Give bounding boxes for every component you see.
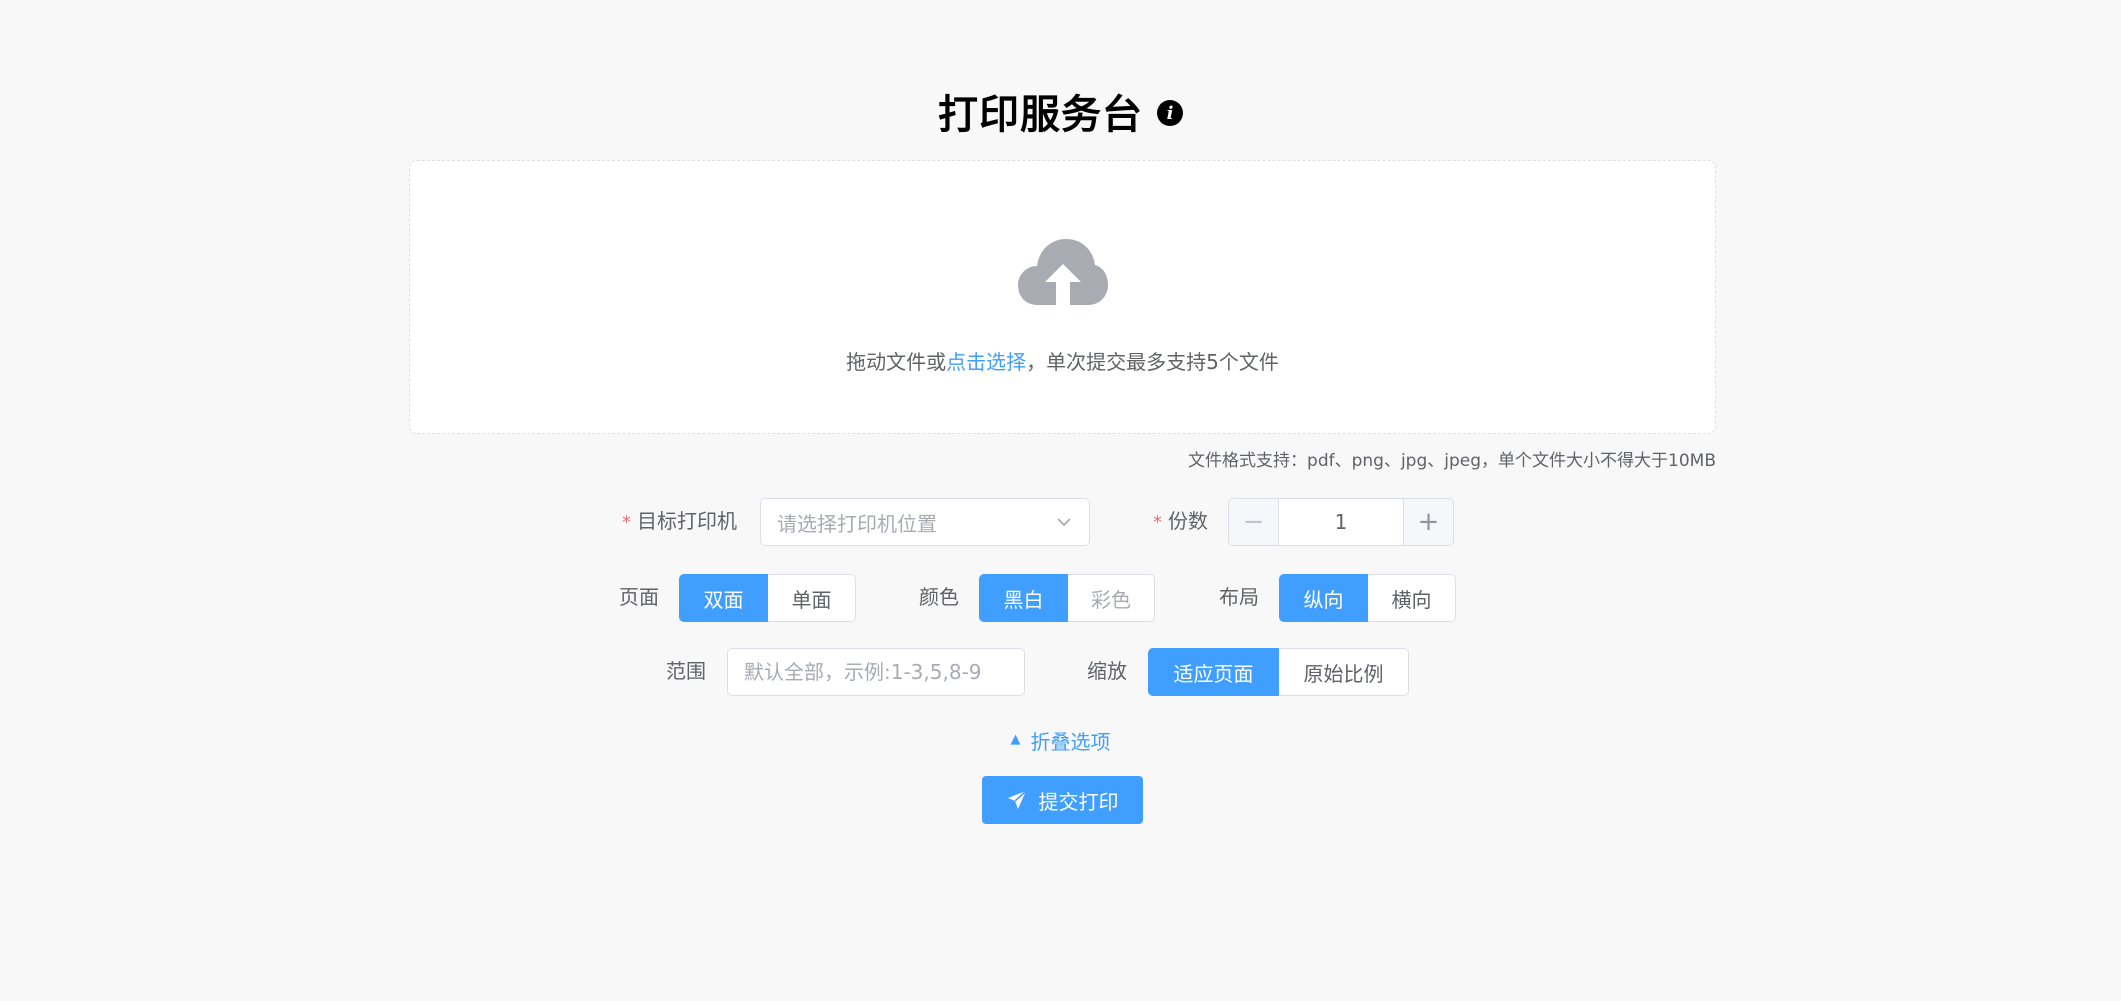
- copies-label-text: 份数: [1168, 509, 1208, 533]
- layout-toggle: 纵向 横向: [1279, 574, 1456, 622]
- upload-hint: 拖动文件或点击选择，单次提交最多支持5个文件: [410, 346, 1715, 375]
- scale-option-original[interactable]: 原始比例: [1279, 648, 1409, 696]
- layout-label: 布局: [1219, 585, 1259, 609]
- chevron-down-icon: [1057, 518, 1071, 527]
- printer-select-placeholder: 请选择打印机位置: [777, 511, 937, 536]
- submit-print-label: 提交打印: [1038, 791, 1119, 814]
- upload-hint-suffix: ，单次提交最多支持5个文件: [1026, 350, 1279, 374]
- sides-label: 页面: [619, 585, 659, 609]
- printer-label-text: 目标打印机: [637, 509, 737, 533]
- upload-dropzone[interactable]: 拖动文件或点击选择，单次提交最多支持5个文件: [409, 160, 1716, 434]
- decrease-button[interactable]: −: [1229, 499, 1279, 545]
- color-option-color[interactable]: 彩色: [1068, 574, 1155, 622]
- printer-label: * 目标打印机: [622, 498, 737, 544]
- page-title: 打印服务台: [938, 92, 1143, 138]
- range-label: 范围: [666, 659, 706, 683]
- printer-select[interactable]: 请选择打印机位置: [760, 498, 1090, 546]
- copies-label: * 份数: [1153, 498, 1208, 544]
- color-toggle: 黑白 彩色: [979, 574, 1155, 622]
- sides-option-simplex[interactable]: 单面: [768, 574, 856, 622]
- select-file-link[interactable]: 点击选择: [946, 350, 1026, 374]
- paper-plane-icon: [1007, 790, 1027, 809]
- info-icon[interactable]: i: [1157, 100, 1183, 126]
- scale-label: 缩放: [1087, 659, 1127, 683]
- layout-option-portrait[interactable]: 纵向: [1279, 574, 1368, 622]
- collapse-options-toggle[interactable]: ▲ 折叠选项: [0, 722, 2121, 758]
- copies-value[interactable]: 1: [1279, 499, 1403, 545]
- caret-up-icon: ▲: [1010, 731, 1021, 747]
- scale-option-fit[interactable]: 适应页面: [1148, 648, 1279, 696]
- collapse-options-label: 折叠选项: [1030, 729, 1111, 754]
- upload-hint-prefix: 拖动文件或: [846, 350, 947, 374]
- required-mark: *: [622, 512, 631, 533]
- color-label: 颜色: [919, 585, 959, 609]
- cloud-upload-icon: [1018, 239, 1108, 305]
- color-option-mono[interactable]: 黑白: [979, 574, 1068, 622]
- sides-toggle: 双面 单面: [679, 574, 856, 622]
- sides-option-duplex[interactable]: 双面: [679, 574, 768, 622]
- copies-stepper[interactable]: − 1 +: [1228, 498, 1454, 546]
- increase-button[interactable]: +: [1403, 499, 1453, 545]
- required-mark: *: [1153, 512, 1162, 533]
- file-format-tip: 文件格式支持：pdf、png、jpg、jpeg，单个文件大小不得大于10MB: [1188, 451, 1716, 471]
- layout-option-landscape[interactable]: 横向: [1368, 574, 1456, 622]
- submit-print-button[interactable]: 提交打印: [982, 776, 1143, 824]
- print-service-page: 打印服务台 i 拖动文件或点击选择，单次提交最多支持5个文件 文件格式支持：pd…: [0, 0, 2121, 1001]
- scale-toggle: 适应页面 原始比例: [1148, 648, 1409, 696]
- title-row: 打印服务台 i: [0, 80, 2121, 142]
- range-input[interactable]: [727, 648, 1025, 696]
